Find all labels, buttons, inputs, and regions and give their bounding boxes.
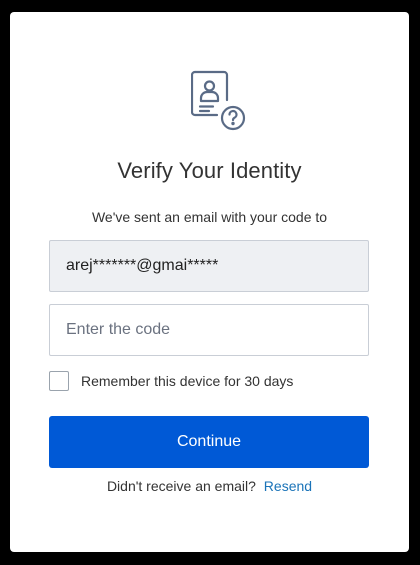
page-title: Verify Your Identity [117, 158, 302, 183]
masked-email-value: arej*******@gmai***** [66, 257, 219, 274]
identity-verification-icon [190, 68, 249, 132]
resend-link[interactable]: Resend [264, 478, 312, 494]
masked-email-field: arej*******@gmai***** [49, 240, 369, 292]
remember-device-option[interactable]: Remember this device for 30 days [49, 371, 293, 391]
verification-code-input[interactable] [49, 304, 369, 356]
remember-device-checkbox[interactable] [49, 371, 69, 391]
email-sent-message: We've sent an email with your code to [91, 209, 328, 225]
resend-row: Didn't receive an email? Resend [10, 478, 409, 494]
continue-button[interactable]: Continue [49, 416, 369, 468]
verify-identity-card: Verify Your Identity We've sent an email… [10, 12, 409, 552]
remember-device-label: Remember this device for 30 days [81, 373, 294, 389]
resend-prompt: Didn't receive an email? [106, 478, 256, 494]
